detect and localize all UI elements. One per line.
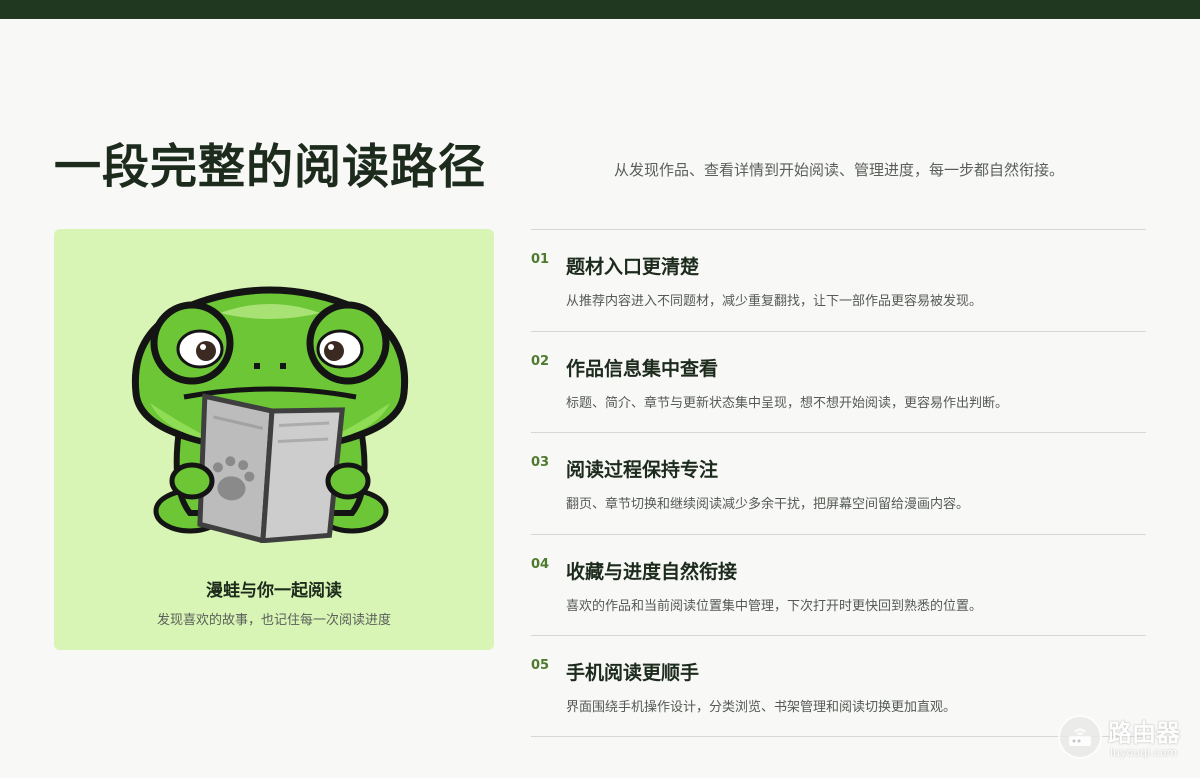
watermark-url: luyouqi.com [1110,746,1178,759]
section-subtitle: 从发现作品、查看详情到开始阅读、管理进度，每一步都自然衔接。 [614,161,1065,179]
watermark-name: 路由器 [1108,719,1180,747]
feature-item-1: 01 题材入口更清楚 从推荐内容进入不同题材，减少重复翻找，让下一部作品更容易被… [531,229,1146,331]
feature-number: 04 [531,556,550,572]
feature-number: 05 [531,658,550,674]
feature-list: 01 题材入口更清楚 从推荐内容进入不同题材，减少重复翻找，让下一部作品更容易被… [531,229,1146,737]
router-icon [1058,715,1102,759]
feature-number: 01 [531,252,550,267]
feature-title: 阅读过程保持专注 [566,459,719,482]
feature-item-3: 03 阅读过程保持专注 翻页、章节切换和继续阅读减少多余干扰，把屏幕空间留给漫画… [531,432,1146,534]
card-subtitle: 发现喜欢的故事，也记住每一次阅读进度 [156,613,391,628]
feature-title: 手机阅读更顺手 [566,662,700,685]
feature-title: 收藏与进度自然衔接 [566,560,738,583]
feature-title: 作品信息集中查看 [566,357,719,380]
feature-title: 题材入口更清楚 [566,256,700,278]
feature-description: 标题、简介、章节与更新状态集中呈现，想不想开始阅读，更容易作出判断。 [566,395,1009,411]
frog-reading-illustration [131,286,409,543]
mascot-card: 漫蛙与你一起阅读 发现喜欢的故事，也记住每一次阅读进度 [54,229,494,650]
card-title: 漫蛙与你一起阅读 [206,581,342,601]
section-title: 一段完整的阅读路径 [54,140,486,195]
feature-item-4: 04 收藏与进度自然衔接 喜欢的作品和当前阅读位置集中管理，下次打开时更快回到熟… [531,533,1146,636]
feature-item-2: 02 作品信息集中查看 标题、简介、章节与更新状态集中呈现，想不想开始阅读，更容… [531,330,1146,433]
watermark: 路由器 luyouqi.com [1058,713,1193,768]
feature-description: 从推荐内容进入不同题材，减少重复翻找，让下一部作品更容易被发现。 [566,294,983,309]
feature-number: 03 [531,455,550,471]
feature-number: 02 [531,353,550,369]
feature-item-5: 05 手机阅读更顺手 界面围绕手机操作设计，分类浏览、书架管理和阅读切换更加直观… [531,635,1146,737]
top-bar [0,0,1200,19]
feature-description: 喜欢的作品和当前阅读位置集中管理，下次打开时更快回到熟悉的位置。 [566,598,983,614]
feature-description: 界面围绕手机操作设计，分类浏览、书架管理和阅读切换更加直观。 [566,700,957,716]
feature-description: 翻页、章节切换和继续阅读减少多余干扰，把屏幕空间留给漫画内容。 [566,497,970,513]
